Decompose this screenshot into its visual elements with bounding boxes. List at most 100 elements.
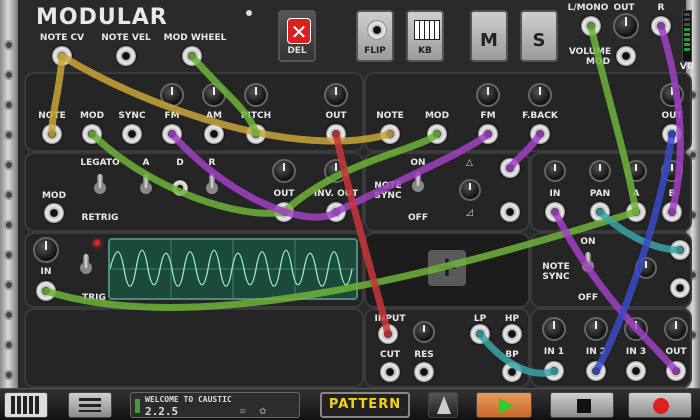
solo-button[interactable]: S [520,10,558,62]
mixer4-in3-jack[interactable] [626,361,646,381]
flip-button[interactable]: FLIP [356,10,394,62]
mixer4-in3-knob[interactable] [624,317,648,341]
left-mono-out-jack[interactable] [581,16,601,36]
env-mod-jack[interactable] [44,203,64,223]
mixer-a-knob[interactable] [625,160,647,182]
screw-icon [4,370,14,380]
mod-wheel-jack[interactable] [182,46,202,66]
metronome-button[interactable] [428,392,458,418]
keyboard-button[interactable]: KB [406,10,444,62]
osc2-fback-knob[interactable] [528,83,552,107]
level-indicator [135,399,140,413]
osc1-sync-jack[interactable] [122,124,142,144]
grid-button[interactable] [4,392,48,418]
volume-mod-jack[interactable] [616,46,636,66]
lfo2-note-sync-toggle[interactable] [581,252,595,276]
lfo2-rate-knob[interactable] [635,257,657,279]
lfo2-mod-jack[interactable] [670,278,690,298]
mixer4-in2-knob[interactable] [584,317,608,341]
stop-button[interactable] [550,392,614,418]
mute-button[interactable]: M [470,10,508,62]
pattern-button[interactable]: PATTERN [320,392,410,418]
osc1-am-knob[interactable] [202,83,226,107]
osc2-mod-jack[interactable] [427,124,447,144]
note-cv-label: NOTE CV [39,33,85,43]
env-out-knob[interactable] [272,159,296,183]
osc1-pitch-jack[interactable] [246,124,266,144]
env-inv-out-label: INV. OUT [313,189,359,199]
osc1-pitch-knob[interactable] [244,83,268,107]
mixer-a-jack[interactable] [626,202,646,222]
mute-button-label: M [480,30,498,51]
right-out-jack[interactable] [651,16,671,36]
lfo2-out-jack[interactable] [670,240,690,260]
legato-retrig-toggle[interactable] [93,174,107,198]
mixer4-in1-knob[interactable] [542,317,566,341]
mixer4-in1-jack[interactable] [544,361,564,381]
filter-lp-label: LP [473,314,487,324]
osc2-note-jack[interactable] [380,124,400,144]
filter-res-label: RES [414,350,434,360]
mixer-pan-jack[interactable] [590,202,610,222]
filter-input-jack[interactable] [378,324,398,344]
osc1-am-jack[interactable] [204,124,224,144]
osc1-fm-jack[interactable] [162,124,182,144]
osc1-note-jack[interactable] [42,124,62,144]
lfo-on-label: ON [410,158,426,168]
mixer-b-jack[interactable] [662,202,682,222]
filter-cut-jack[interactable] [380,362,400,382]
osc2-out-label: OUT [661,111,683,121]
osc1-out-jack[interactable] [326,124,346,144]
osc2-fm-knob[interactable] [476,83,500,107]
scope-gain-knob[interactable] [33,237,59,263]
osc1-out-knob[interactable] [324,83,348,107]
screw-icon [4,130,14,140]
filter-hp-jack[interactable] [502,324,522,344]
osc1-am-label: AM [206,111,222,121]
lfo-out-jack[interactable] [500,158,520,178]
note-vel-jack[interactable] [116,46,136,66]
env-out-jack[interactable] [274,202,294,222]
env-inv-out-knob[interactable] [324,159,348,183]
osc1-sync-label: SYNC [118,111,146,121]
menu-button[interactable] [68,392,112,418]
osc2-out-jack[interactable] [662,124,682,144]
decay-control[interactable] [172,180,188,196]
osc2-fback-jack[interactable] [530,124,550,144]
env-inv-out-jack[interactable] [326,202,346,222]
osc2-fm-jack[interactable] [478,124,498,144]
lfo-note-sync-toggle[interactable] [411,172,425,196]
osc1-fm-knob[interactable] [160,83,184,107]
filter-res-knob[interactable] [413,321,435,343]
mixer-in-knob[interactable] [544,160,566,182]
mixer4-out-knob[interactable] [664,317,688,341]
filter-res-jack[interactable] [414,362,434,382]
mixer4-out-jack[interactable] [666,361,686,381]
mixer-in-jack[interactable] [545,202,565,222]
lfo-rate-knob[interactable] [459,179,481,201]
release-slider[interactable] [205,174,219,198]
delete-button[interactable]: ✕ DEL [278,10,316,62]
scope-trig-toggle[interactable] [79,254,93,278]
lfo-mod-jack[interactable] [500,202,520,222]
osc1-mod-jack[interactable] [82,124,102,144]
note-cv-jack[interactable] [52,46,72,66]
screw-icon [4,220,14,230]
empty-panel [24,308,364,388]
osc2-fm-label: FM [480,111,496,121]
osc2-out-knob[interactable] [660,83,684,107]
filter-lp-jack[interactable] [470,324,490,344]
play-button[interactable] [476,392,532,418]
mixer-pan-knob[interactable] [589,160,611,182]
mixer-b-knob[interactable] [661,160,683,182]
screw-icon [4,280,14,290]
attack-slider[interactable] [139,174,153,198]
mixer4-in2-jack[interactable] [586,361,606,381]
filter-bp-jack[interactable] [502,362,522,382]
add-module-button[interactable]: + [428,250,466,286]
oscilloscope-display [108,238,358,300]
volume-knob[interactable] [613,13,639,39]
scope-in-jack[interactable] [36,281,56,301]
record-button[interactable] [628,392,692,418]
mixer4-in3-label: IN 3 [625,347,647,357]
